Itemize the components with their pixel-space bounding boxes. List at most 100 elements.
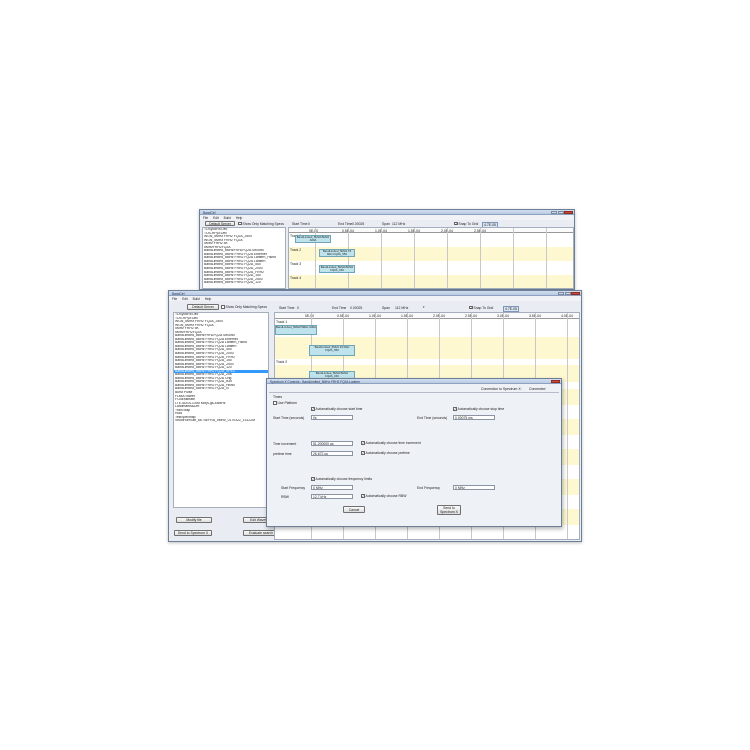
menu-edit[interactable]: Edit bbox=[213, 216, 219, 220]
time-increment-field[interactable]: 51.200000 µs bbox=[311, 441, 353, 446]
auto-start-checkbox[interactable]: ✓ bbox=[311, 407, 315, 411]
menu-edit[interactable]: Edit bbox=[182, 297, 188, 301]
modify-file-button[interactable]: Modify file bbox=[176, 517, 212, 523]
waveform-segment[interactable]: BandLimited_5MHz 15 MHz FQ2A_550 bbox=[309, 345, 355, 356]
menu-build[interactable]: Build bbox=[224, 216, 231, 220]
spec-list[interactable]: TDSyo5Rx:Dec TDS-RFyo:Dec WGN_5MHz FRH2 FQ… bbox=[173, 312, 269, 508]
ruler-tick: 0E-00 bbox=[305, 313, 315, 318]
start-time-label: Start Time bbox=[279, 306, 295, 310]
auto-pretime-label: Automatically choose pretime bbox=[365, 451, 410, 455]
start-frequency-field[interactable]: 0 MHz bbox=[311, 485, 353, 490]
maximize-icon[interactable] bbox=[564, 291, 571, 295]
minimize-icon[interactable] bbox=[558, 291, 564, 295]
auto-frequency-checkbox[interactable]: ✓ bbox=[311, 477, 315, 481]
show-only-label: Show Only Matching Specs bbox=[242, 221, 284, 226]
grid-line bbox=[480, 228, 481, 288]
back-spec-list[interactable]: TDSyo5Rx:Dec TDS-RFyo:Dec WGN_5MHz FRH2 FQ… bbox=[202, 227, 286, 289]
waveform-segment[interactable]: BandLimited_5MHz/5MHz FQ2A_150 bbox=[319, 265, 355, 273]
auto-frequency[interactable]: ✓Automatically choose frequency limits bbox=[311, 477, 372, 481]
send-to-spectrum-button[interactable]: Send to Spectrum X bbox=[174, 530, 212, 536]
span-value[interactable]: 112 MHz bbox=[395, 306, 408, 310]
use-platform[interactable]: Use Platform bbox=[273, 401, 297, 405]
end-frequency-field[interactable]: 0 MHz bbox=[453, 485, 495, 490]
end-time-field[interactable]: 0.00075 ms bbox=[453, 415, 495, 420]
main-window-title: BandCtrl bbox=[172, 291, 185, 296]
auto-time-increment-checkbox[interactable]: ✓ bbox=[361, 441, 365, 445]
grid-line bbox=[513, 228, 514, 288]
show-only-checkbox[interactable] bbox=[238, 221, 242, 226]
auto-time-increment[interactable]: ✓Automatically choose time increment bbox=[361, 441, 421, 445]
menu-help[interactable]: Help bbox=[205, 297, 212, 301]
snap-to-grid[interactable]: ✓Snap To Grid bbox=[469, 306, 493, 310]
waveform-segment[interactable]: BandLimited_5MHz 15 MHz FQ2A_550 bbox=[319, 249, 355, 257]
spectrum-controls-dialog: Spectrum X Controls - BandLimited_5MHz F… bbox=[266, 378, 562, 527]
menu-file[interactable]: File bbox=[172, 297, 177, 301]
end-time-value[interactable]: 0.00025 bbox=[352, 222, 364, 226]
track-label: Track 2 bbox=[290, 248, 302, 252]
auto-pretime-checkbox[interactable]: ✓ bbox=[361, 451, 365, 455]
track-label: Track 3 bbox=[290, 262, 302, 266]
grid-line bbox=[414, 228, 415, 288]
auto-stop-checkbox[interactable]: ✓ bbox=[453, 407, 457, 411]
snap-checkbox[interactable]: ✓ bbox=[469, 305, 473, 310]
grid-line bbox=[546, 228, 547, 288]
track-label: Track 1 bbox=[276, 320, 288, 324]
start-time-value[interactable]: 0 bbox=[297, 306, 299, 310]
send-to-spectrum-x-button[interactable]: Send to Spectrum X bbox=[437, 505, 461, 515]
track-row[interactable]: Track 4 bbox=[289, 275, 573, 288]
close-icon[interactable] bbox=[551, 379, 560, 383]
grid-line bbox=[348, 228, 349, 288]
back-window-title: BandCtrl bbox=[203, 210, 216, 215]
auto-rbw[interactable]: ✓Automatically choose RBW bbox=[361, 494, 406, 498]
auto-stop[interactable]: ✓Automatically choose stop time bbox=[453, 407, 504, 411]
track-row[interactable]: Track 1 bbox=[289, 233, 573, 247]
auto-rbw-checkbox[interactable]: ✓ bbox=[361, 494, 365, 498]
start-frequency-label: Start Frequency bbox=[281, 486, 306, 490]
end-time-value[interactable]: 0.00025 bbox=[350, 306, 362, 310]
end-frequency-label: End Frequency bbox=[417, 486, 440, 490]
show-only-label: Show Only Matching Specs bbox=[225, 305, 267, 309]
minimize-icon[interactable] bbox=[551, 210, 557, 214]
spec-list-item[interactable]: BandLimited_5MHz FRH2 FQ2A_120 bbox=[203, 281, 285, 285]
cancel-button[interactable]: Cancel bbox=[343, 506, 365, 513]
default-server-button[interactable]: Default Server bbox=[205, 221, 235, 226]
span-value[interactable]: 112 MHz bbox=[392, 222, 405, 226]
chevron-down-icon[interactable]: ▾ bbox=[423, 305, 425, 309]
close-icon[interactable] bbox=[564, 210, 573, 214]
default-server-button[interactable]: Default Server bbox=[187, 304, 219, 310]
back-track-grid[interactable]: 0E-00 0.5E-04 1.0E-04 1.5E-04 2.0E-04 2.… bbox=[288, 227, 574, 289]
track-row[interactable]: Track 1 bbox=[275, 319, 579, 337]
menu-help[interactable]: Help bbox=[236, 216, 243, 220]
maximize-icon[interactable] bbox=[557, 210, 564, 214]
rbw-field[interactable]: 12.7 kHz bbox=[311, 494, 353, 499]
snap-to-grid[interactable]: ✓Snap To Grid bbox=[454, 222, 478, 226]
span-label: Span bbox=[382, 222, 390, 226]
back-window: BandCtrl File Edit Build Help Default Se… bbox=[199, 209, 575, 290]
start-time-value[interactable]: 0 bbox=[308, 222, 310, 226]
show-only-matching[interactable]: Show Only Matching Specs bbox=[221, 305, 267, 309]
snap-checkbox[interactable]: ✓ bbox=[454, 221, 458, 226]
waveform-segment[interactable]: BandLimited_5MHz/5MHz A00A bbox=[275, 325, 317, 335]
dialog-titlebar[interactable]: Spectrum X Controls - BandLimited_5MHz F… bbox=[267, 379, 561, 384]
start-time-label: Start Time bbox=[292, 222, 308, 226]
spec-list-item[interactable]: VectorSeriTab_6E74EFRA_5MHz_0170322_1312… bbox=[174, 419, 268, 423]
rbw-label: RBW bbox=[281, 495, 289, 499]
start-time-field[interactable]: 0s bbox=[311, 415, 353, 420]
snap-label: Snap To Grid bbox=[473, 305, 494, 310]
waveform-segment[interactable]: BandLimited_5MHz/5MHz A00A bbox=[295, 235, 331, 243]
show-only-checkbox[interactable] bbox=[221, 305, 225, 309]
end-time-label: End Time bbox=[338, 222, 353, 226]
show-only-matching[interactable]: Show Only Matching Specs bbox=[238, 222, 284, 226]
auto-start[interactable]: ✓Automatically choose start time bbox=[311, 407, 362, 411]
pretime-field[interactable]: 26.672 µs bbox=[311, 451, 353, 456]
track-label: Track 2 bbox=[276, 360, 288, 364]
menu-build[interactable]: Build bbox=[193, 297, 200, 301]
auto-pretime[interactable]: ✓Automatically choose pretime bbox=[361, 451, 410, 455]
pretime-label: pretime time bbox=[273, 452, 292, 456]
close-icon[interactable] bbox=[571, 291, 580, 295]
main-menu-bar: File Edit Build Help bbox=[169, 296, 581, 301]
use-platform-checkbox[interactable] bbox=[273, 401, 277, 405]
menu-file[interactable]: File bbox=[203, 216, 208, 220]
end-time-label: End Time (seconds) bbox=[417, 416, 448, 420]
connection-status-value: Connected bbox=[529, 387, 546, 391]
